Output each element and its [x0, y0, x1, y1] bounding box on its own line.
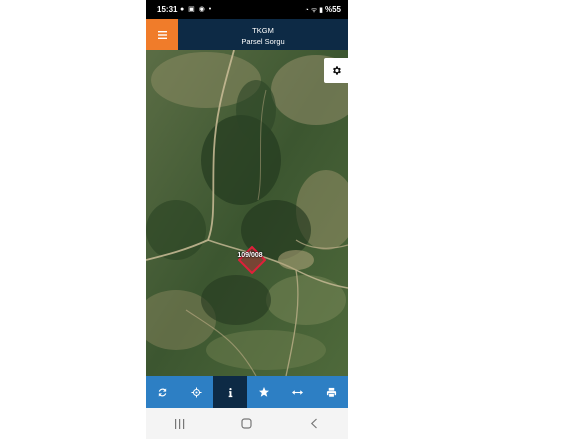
settings-button[interactable] [324, 58, 348, 83]
map-view[interactable]: 109/008 [146, 50, 348, 376]
app-title: TKGM [252, 26, 274, 35]
home-icon [241, 418, 253, 429]
app-subtitle: Parsel Sorgu [241, 37, 285, 46]
status-indicators: ◔ ᯤ ▮ %55 [305, 5, 341, 15]
crosshair-icon [191, 386, 202, 398]
gear-icon [332, 66, 341, 75]
status-time: 15:31 [157, 5, 178, 14]
battery-level: %55 [324, 5, 341, 14]
back-button[interactable] [294, 414, 334, 434]
system-navigation-bar [146, 408, 348, 439]
print-icon [326, 387, 336, 397]
info-button[interactable] [213, 376, 248, 408]
menu-button[interactable] [146, 19, 178, 50]
parcel-outline[interactable] [238, 246, 266, 274]
app-title-block: TKGM Parsel Sorgu [178, 25, 348, 47]
signal-icons: ◔ ᯤ ▮ [304, 7, 324, 14]
print-button[interactable] [314, 376, 348, 408]
parcel-label: 109/008 [237, 252, 263, 259]
measure-button[interactable] [281, 376, 315, 408]
home-button[interactable] [227, 414, 267, 434]
app-bar: TKGM Parsel Sorgu [146, 19, 348, 50]
phone-screen: 15:31 ● ▣ ◉ • ◔ ᯤ ▮ %55 TKGM Parsel Sorg… [146, 0, 348, 439]
hamburger-icon [157, 30, 167, 39]
star-icon [258, 387, 269, 397]
favorites-button[interactable] [247, 376, 281, 408]
locate-button[interactable] [180, 376, 214, 408]
info-icon [228, 387, 233, 397]
back-icon [311, 418, 318, 429]
recent-apps-button[interactable] [160, 414, 200, 434]
refresh-icon [159, 387, 167, 397]
recent-apps-icon [175, 418, 185, 429]
satellite-imagery [146, 50, 348, 376]
status-bar: 15:31 ● ▣ ◉ • ◔ ᯤ ▮ %55 [146, 0, 348, 19]
refresh-button[interactable] [146, 376, 180, 408]
measure-icon [292, 389, 304, 395]
notification-icons: ● ▣ ◉ • [180, 6, 213, 13]
bottom-toolbar [146, 376, 348, 408]
